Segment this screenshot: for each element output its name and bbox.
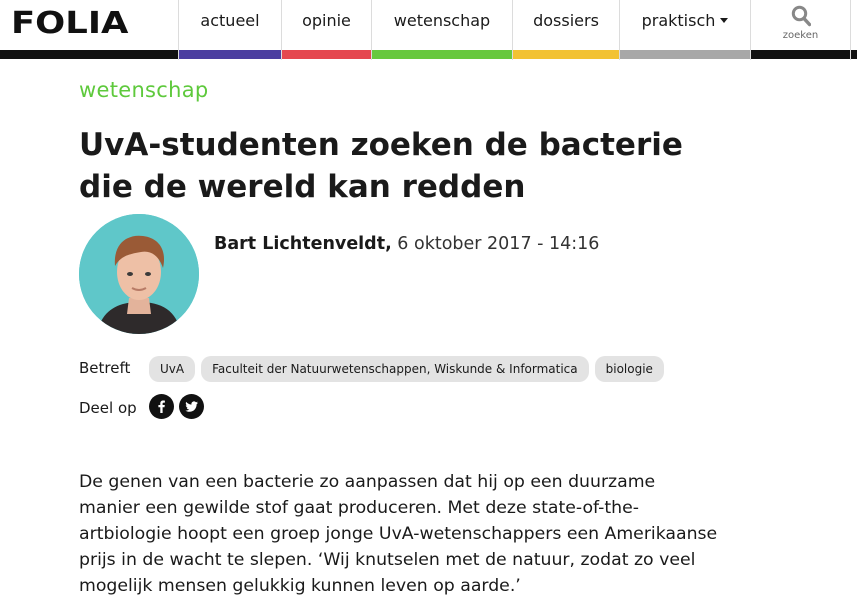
- author-avatar[interactable]: [79, 214, 199, 334]
- section-label[interactable]: wetenschap: [79, 78, 209, 102]
- article-intro: De genen van een bacterie zo aanpassen d…: [79, 472, 718, 596]
- site-header: FOLIA actueel opinie wetenschap dossiers…: [0, 0, 857, 60]
- publish-date: 6 oktober 2017 - 14:16: [391, 234, 600, 254]
- twitter-icon: [185, 401, 198, 412]
- search-label: zoeken: [782, 30, 819, 41]
- nav-item-label: praktisch: [641, 11, 716, 30]
- share-label: Deel op: [79, 399, 137, 417]
- facebook-icon: [158, 400, 165, 413]
- logo-underline: [0, 50, 178, 59]
- caret-down-icon: [720, 18, 729, 23]
- nav-item-label-wrap: praktisch: [620, 11, 750, 30]
- nav-color-bar: [620, 50, 750, 59]
- nav-color-bar: [372, 50, 512, 59]
- nav-color-bar: [751, 50, 850, 59]
- nav-item-wetenschap[interactable]: wetenschap: [371, 0, 512, 60]
- search-icon: [791, 5, 811, 27]
- nav-edge: [850, 0, 857, 60]
- nav-item-label: wetenschap: [393, 11, 491, 30]
- nav-color-bar: [282, 50, 371, 59]
- author-name[interactable]: Bart Lichtenveldt,: [214, 234, 392, 254]
- share-buttons: [149, 394, 209, 419]
- tag-uva[interactable]: UvA: [149, 356, 196, 382]
- betreft-label: Betreft: [79, 359, 131, 377]
- nav-item-label: actueel: [200, 11, 260, 30]
- nav-color-bar: [179, 50, 281, 59]
- nav-item-actueel[interactable]: actueel: [178, 0, 281, 60]
- tag-faculteit[interactable]: Faculteit der Natuurwetenschappen, Wisku…: [201, 356, 589, 382]
- search-button[interactable]: zoeken: [750, 0, 850, 60]
- nav-item-label: dossiers: [533, 11, 599, 30]
- byline: Bart Lichtenveldt, 6 oktober 2017 - 14:1…: [214, 234, 599, 254]
- nav-item-opinie[interactable]: opinie: [281, 0, 371, 60]
- author-photo: [79, 214, 199, 334]
- nav-color-bar: [513, 50, 619, 59]
- nav-item-label: opinie: [302, 11, 351, 30]
- article-title: UvA-studenten zoeken de bacterie die de …: [79, 127, 683, 205]
- nav-color-bar: [851, 50, 857, 59]
- tag-biologie[interactable]: biologie: [594, 356, 664, 382]
- nav-item-praktisch[interactable]: praktisch: [619, 0, 750, 60]
- facebook-share-button[interactable]: [149, 394, 174, 419]
- tag-list: UvA Faculteit der Natuurwetenschappen, W…: [149, 356, 670, 382]
- nav-item-dossiers[interactable]: dossiers: [512, 0, 619, 60]
- twitter-share-button[interactable]: [179, 394, 204, 419]
- folia-logo[interactable]: FOLIA: [11, 4, 128, 44]
- main-nav: actueel opinie wetenschap dossiers prakt…: [178, 0, 850, 60]
